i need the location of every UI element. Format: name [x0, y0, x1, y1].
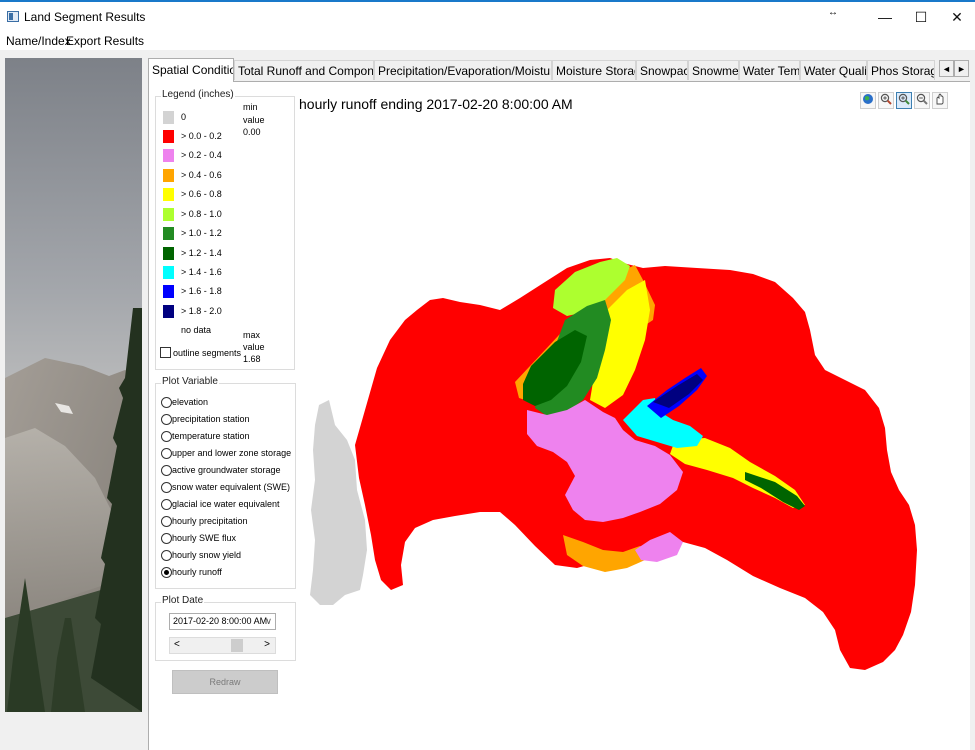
plot-date-value: 2017-02-20 8:00:00 AM — [173, 616, 268, 626]
menu-bar: Name/Index Export Results — [0, 32, 975, 50]
outline-segments-checkbox[interactable] — [160, 347, 171, 358]
legend-item-label: > 1.2 - 1.4 — [181, 248, 222, 258]
tab-water-temp[interactable]: Water Temp — [739, 60, 800, 80]
legend-swatch — [163, 285, 174, 298]
zoom-out-icon[interactable] — [914, 92, 930, 109]
tab-scroll-right-button[interactable]: ► — [954, 60, 969, 77]
map-title: hourly runoff ending 2017-02-20 8:00:00 … — [299, 96, 573, 112]
maximize-button[interactable]: ☐ — [903, 2, 939, 32]
radio-button[interactable] — [161, 482, 172, 493]
legend-swatch — [163, 227, 174, 240]
radio-label: snow water equivalent (SWE) — [172, 482, 291, 492]
radio-button[interactable] — [161, 431, 172, 442]
min-label: min — [243, 102, 258, 112]
legend-swatch — [163, 208, 174, 221]
radio-label: upper and lower zone storage — [172, 448, 292, 458]
scroll-right-icon[interactable]: > — [264, 639, 270, 650]
menu-name-index[interactable]: Name/Index — [6, 34, 71, 48]
legend-item-label: no data — [181, 325, 212, 335]
tab-moisture-storage[interactable]: Moisture Storage — [552, 60, 636, 80]
legend-title: Legend (inches) — [161, 89, 235, 100]
radio-label: elevation — [172, 397, 209, 407]
min-value: 0.00 — [243, 127, 261, 137]
max-value: 1.68 — [243, 354, 261, 364]
legend-group: Legend (inches) 0 > 0.0 - 0.2 > 0.2 - 0.… — [155, 89, 295, 370]
close-button[interactable]: ✕ — [939, 2, 975, 32]
plot-date-scrollbar[interactable]: < > — [169, 637, 276, 654]
tab-phos-storage[interactable]: Phos Storage — [867, 60, 935, 80]
radio-label: glacial ice water equivalent — [172, 499, 280, 509]
tab-precipitation-evaporation[interactable]: Precipitation/Evaporation/Moisture Flux — [374, 60, 552, 80]
radio-label: hourly runoff — [172, 567, 222, 577]
radio-button[interactable] — [161, 465, 172, 476]
radio-button[interactable] — [161, 516, 172, 527]
tab-snowmelt[interactable]: Snowmelt — [688, 60, 739, 80]
radio-button[interactable] — [161, 533, 172, 544]
radio-label: active groundwater storage — [172, 465, 281, 475]
legend-swatch — [163, 305, 174, 318]
legend-swatch — [163, 247, 174, 260]
max-value-label: value — [243, 342, 265, 352]
radio-button[interactable] — [161, 550, 172, 561]
plot-variable-group: Plot Variable elevation precipitation st… — [155, 376, 296, 589]
map-segment-zero — [310, 400, 367, 605]
plot-date-title: Plot Date — [161, 595, 205, 606]
legend-item-label: > 0.0 - 0.2 — [181, 131, 222, 141]
globe-icon[interactable] — [860, 92, 876, 109]
chevron-down-icon[interactable]: ∨ — [265, 614, 272, 629]
legend-swatch — [163, 188, 174, 201]
legend-item-label: > 0.6 - 0.8 — [181, 189, 222, 199]
pan-hand-icon[interactable] — [932, 92, 948, 109]
tab-water-quality[interactable]: Water Quality — [800, 60, 867, 80]
legend-swatch — [163, 266, 174, 279]
max-label: max — [243, 330, 261, 340]
min-value-label: value — [243, 115, 265, 125]
legend-swatch — [163, 149, 174, 162]
tab-scroll-left-button[interactable]: ◄ — [939, 60, 954, 77]
minimize-button[interactable]: — — [867, 2, 903, 32]
menu-export-results[interactable]: Export Results — [66, 34, 144, 48]
window-title: Land Segment Results — [24, 10, 146, 24]
scroll-left-icon[interactable]: < — [174, 639, 180, 650]
legend-item-label: > 1.8 - 2.0 — [181, 306, 222, 316]
zoom-in-icon[interactable] — [878, 92, 894, 109]
radio-label: temperature station — [172, 431, 250, 441]
legend-item-label: > 0.2 - 0.4 — [181, 150, 222, 160]
watershed-map[interactable] — [305, 250, 925, 675]
scrollbar-thumb[interactable] — [231, 639, 243, 652]
tab-total-runoff[interactable]: Total Runoff and Components — [234, 60, 374, 80]
legend-swatch — [163, 111, 174, 124]
radio-label: hourly SWE flux — [172, 533, 237, 543]
radio-label: precipitation station — [172, 414, 250, 424]
plot-date-dropdown[interactable]: 2017-02-20 8:00:00 AM ∨ — [169, 613, 276, 630]
radio-label: hourly snow yield — [172, 550, 242, 560]
legend-swatch — [163, 130, 174, 143]
legend-swatch — [163, 169, 174, 182]
radio-button[interactable] — [161, 448, 172, 459]
tab-snowpack[interactable]: Snowpack — [636, 60, 688, 80]
radio-button[interactable] — [161, 499, 172, 510]
zoom-in-active-icon[interactable] — [896, 92, 912, 109]
radio-button[interactable] — [161, 414, 172, 425]
plot-variable-title: Plot Variable — [161, 376, 219, 387]
legend-item-label: > 0.8 - 1.0 — [181, 209, 222, 219]
redraw-button[interactable]: Redraw — [172, 670, 278, 694]
radio-button[interactable] — [161, 397, 172, 408]
legend-item-label: > 1.6 - 1.8 — [181, 286, 222, 296]
tab-strip: Spatial Conditions Total Runoff and Comp… — [148, 58, 970, 82]
legend-item-label: > 0.4 - 0.6 — [181, 170, 222, 180]
legend-item-label: > 1.0 - 1.2 — [181, 228, 222, 238]
title-bar: Land Segment Results ↔ — ☐ ✕ — [0, 2, 975, 32]
outline-segments-label: outline segments — [173, 348, 242, 358]
tab-spatial-conditions[interactable]: Spatial Conditions — [148, 58, 234, 82]
resize-arrows-icon[interactable]: ↔ — [828, 7, 838, 18]
landscape-photo — [5, 58, 142, 712]
legend-item-label: > 1.4 - 1.6 — [181, 267, 222, 277]
radio-label: hourly precipitation — [172, 516, 248, 526]
app-icon — [7, 11, 19, 22]
radio-button-selected[interactable] — [161, 567, 172, 578]
legend-item-label: 0 — [181, 112, 187, 122]
